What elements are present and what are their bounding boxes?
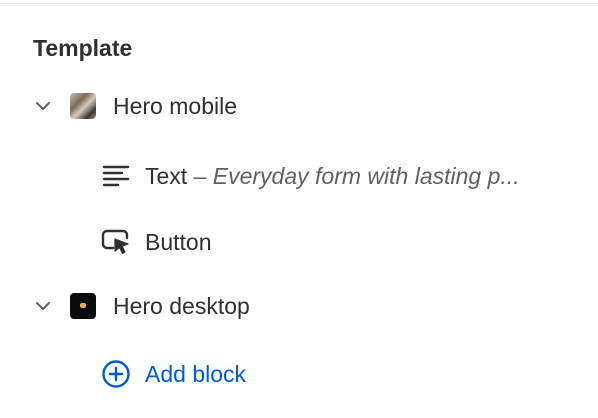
- block-preview-text: Everyday form with lasting p...: [212, 163, 520, 189]
- section-label: Hero mobile: [113, 93, 237, 119]
- block-type-label: Text: [145, 163, 188, 189]
- section-item-hero-desktop[interactable]: Hero desktop: [0, 281, 598, 331]
- top-divider: [0, 0, 598, 4]
- block-label: Text – Everyday form with lasting p...: [145, 162, 570, 190]
- chevron-down-icon[interactable]: [33, 296, 53, 316]
- plus-circle-icon: [101, 359, 131, 389]
- section-label: Hero desktop: [113, 293, 250, 319]
- button-cursor-icon: [101, 227, 131, 257]
- add-block-label: Add block: [145, 361, 247, 387]
- section-item-hero-mobile[interactable]: Hero mobile: [0, 81, 598, 131]
- block-type-label: Button: [145, 229, 212, 255]
- hero-mobile-thumbnail: [70, 93, 96, 119]
- text-lines-icon: [101, 161, 131, 191]
- chevron-down-icon[interactable]: [33, 96, 53, 116]
- block-separator: –: [193, 163, 207, 189]
- hero-desktop-thumbnail: [70, 293, 96, 319]
- add-block-button[interactable]: Add block: [0, 349, 598, 399]
- block-item-text[interactable]: Text – Everyday form with lasting p...: [0, 151, 598, 201]
- block-item-button[interactable]: Button: [0, 217, 598, 267]
- section-title: Template: [33, 35, 133, 61]
